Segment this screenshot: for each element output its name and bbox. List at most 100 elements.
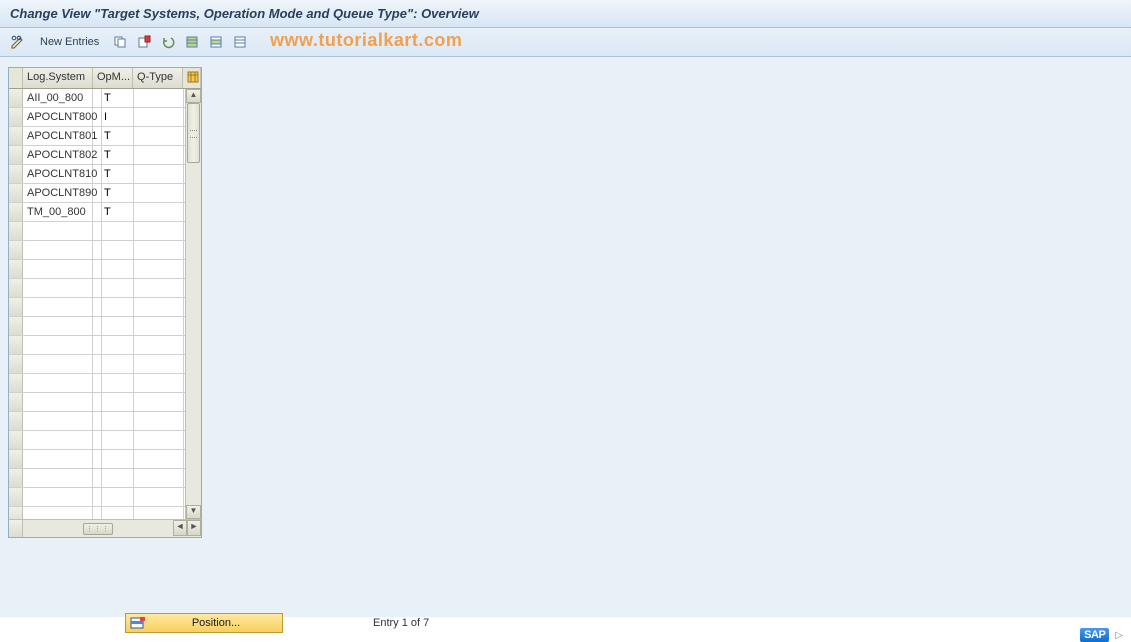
row-selector[interactable] bbox=[9, 279, 23, 297]
cell-q-type bbox=[134, 507, 184, 519]
column-header-log-system[interactable]: Log.System bbox=[23, 68, 93, 88]
cell-q-type bbox=[134, 260, 184, 278]
op-mode-input[interactable] bbox=[102, 260, 133, 278]
column-header-op-mode[interactable]: OpM... bbox=[93, 68, 133, 88]
q-type-input[interactable] bbox=[134, 355, 183, 373]
op-mode-input[interactable] bbox=[102, 222, 133, 240]
hscroll-right-button[interactable]: ► bbox=[187, 520, 201, 536]
op-mode-input[interactable] bbox=[102, 431, 133, 449]
row-selector[interactable] bbox=[9, 222, 23, 240]
op-mode-input[interactable] bbox=[102, 108, 133, 126]
row-selector[interactable] bbox=[9, 146, 23, 164]
vertical-scrollbar[interactable]: ▲ ▼ bbox=[185, 89, 201, 519]
q-type-input[interactable] bbox=[134, 507, 183, 519]
q-type-input[interactable] bbox=[134, 431, 183, 449]
row-selector[interactable] bbox=[9, 488, 23, 506]
configure-columns-button[interactable] bbox=[183, 68, 201, 88]
op-mode-input[interactable] bbox=[102, 298, 133, 316]
cell-op-mode-indicator bbox=[93, 279, 102, 297]
op-mode-input[interactable] bbox=[102, 488, 133, 506]
hscroll-left-button[interactable]: ◄ bbox=[173, 520, 187, 536]
op-mode-input[interactable] bbox=[102, 450, 133, 468]
row-selector[interactable] bbox=[9, 374, 23, 392]
select-all-button[interactable] bbox=[183, 33, 201, 51]
q-type-input[interactable] bbox=[134, 374, 183, 392]
q-type-input[interactable] bbox=[134, 127, 183, 145]
q-type-input[interactable] bbox=[134, 89, 183, 107]
row-selector[interactable] bbox=[9, 336, 23, 354]
q-type-input[interactable] bbox=[134, 146, 183, 164]
q-type-input[interactable] bbox=[134, 393, 183, 411]
q-type-input[interactable] bbox=[134, 108, 183, 126]
op-mode-input[interactable] bbox=[102, 317, 133, 335]
cell-op-mode-indicator bbox=[93, 108, 102, 126]
op-mode-input[interactable] bbox=[102, 469, 133, 487]
row-selector[interactable] bbox=[9, 241, 23, 259]
q-type-input[interactable] bbox=[134, 260, 183, 278]
position-button[interactable]: Position... bbox=[125, 613, 283, 633]
row-selector[interactable] bbox=[9, 469, 23, 487]
row-selector[interactable] bbox=[9, 89, 23, 107]
scroll-track[interactable] bbox=[186, 103, 201, 505]
row-selector[interactable] bbox=[9, 450, 23, 468]
cell-op-mode bbox=[102, 355, 134, 373]
deselect-all-button[interactable] bbox=[231, 33, 249, 51]
op-mode-input[interactable] bbox=[102, 374, 133, 392]
delete-button[interactable] bbox=[135, 33, 153, 51]
q-type-input[interactable] bbox=[134, 412, 183, 430]
q-type-input[interactable] bbox=[134, 222, 183, 240]
op-mode-input[interactable] bbox=[102, 127, 133, 145]
q-type-input[interactable] bbox=[134, 203, 183, 221]
row-selector[interactable] bbox=[9, 260, 23, 278]
op-mode-input[interactable] bbox=[102, 279, 133, 297]
hscroll-track[interactable]: ⋮⋮⋮ bbox=[23, 520, 173, 537]
q-type-input[interactable] bbox=[134, 184, 183, 202]
q-type-input[interactable] bbox=[134, 469, 183, 487]
op-mode-input[interactable] bbox=[102, 393, 133, 411]
op-mode-input[interactable] bbox=[102, 336, 133, 354]
cell-log-system bbox=[23, 450, 93, 468]
q-type-input[interactable] bbox=[134, 450, 183, 468]
select-block-button[interactable] bbox=[207, 33, 225, 51]
cell-op-mode-indicator bbox=[93, 469, 102, 487]
op-mode-input[interactable] bbox=[102, 203, 133, 221]
row-selector[interactable] bbox=[9, 298, 23, 316]
row-selector[interactable] bbox=[9, 355, 23, 373]
row-selector[interactable] bbox=[9, 127, 23, 145]
op-mode-input[interactable] bbox=[102, 241, 133, 259]
scroll-thumb[interactable] bbox=[187, 103, 200, 163]
hscroll-thumb[interactable]: ⋮⋮⋮ bbox=[83, 523, 113, 535]
column-header-q-type[interactable]: Q-Type bbox=[133, 68, 183, 88]
q-type-input[interactable] bbox=[134, 165, 183, 183]
toggle-display-change-button[interactable] bbox=[8, 32, 28, 52]
row-selector[interactable] bbox=[9, 203, 23, 221]
copy-as-button[interactable] bbox=[111, 33, 129, 51]
op-mode-input[interactable] bbox=[102, 355, 133, 373]
row-selector[interactable] bbox=[9, 412, 23, 430]
row-selector[interactable] bbox=[9, 165, 23, 183]
row-selector[interactable] bbox=[9, 184, 23, 202]
select-all-rows-header[interactable] bbox=[9, 68, 23, 88]
undo-change-button[interactable] bbox=[159, 33, 177, 51]
new-entries-button[interactable]: New Entries bbox=[34, 33, 105, 51]
row-selector[interactable] bbox=[9, 431, 23, 449]
q-type-input[interactable] bbox=[134, 241, 183, 259]
row-selector[interactable] bbox=[9, 507, 23, 519]
cell-log-system bbox=[23, 374, 93, 392]
op-mode-input[interactable] bbox=[102, 165, 133, 183]
row-selector[interactable] bbox=[9, 393, 23, 411]
op-mode-input[interactable] bbox=[102, 507, 133, 519]
q-type-input[interactable] bbox=[134, 298, 183, 316]
q-type-input[interactable] bbox=[134, 336, 183, 354]
op-mode-input[interactable] bbox=[102, 412, 133, 430]
op-mode-input[interactable] bbox=[102, 146, 133, 164]
q-type-input[interactable] bbox=[134, 279, 183, 297]
op-mode-input[interactable] bbox=[102, 89, 133, 107]
scroll-down-button[interactable]: ▼ bbox=[186, 505, 201, 519]
q-type-input[interactable] bbox=[134, 488, 183, 506]
row-selector[interactable] bbox=[9, 108, 23, 126]
row-selector[interactable] bbox=[9, 317, 23, 335]
op-mode-input[interactable] bbox=[102, 184, 133, 202]
scroll-up-button[interactable]: ▲ bbox=[186, 89, 201, 103]
q-type-input[interactable] bbox=[134, 317, 183, 335]
